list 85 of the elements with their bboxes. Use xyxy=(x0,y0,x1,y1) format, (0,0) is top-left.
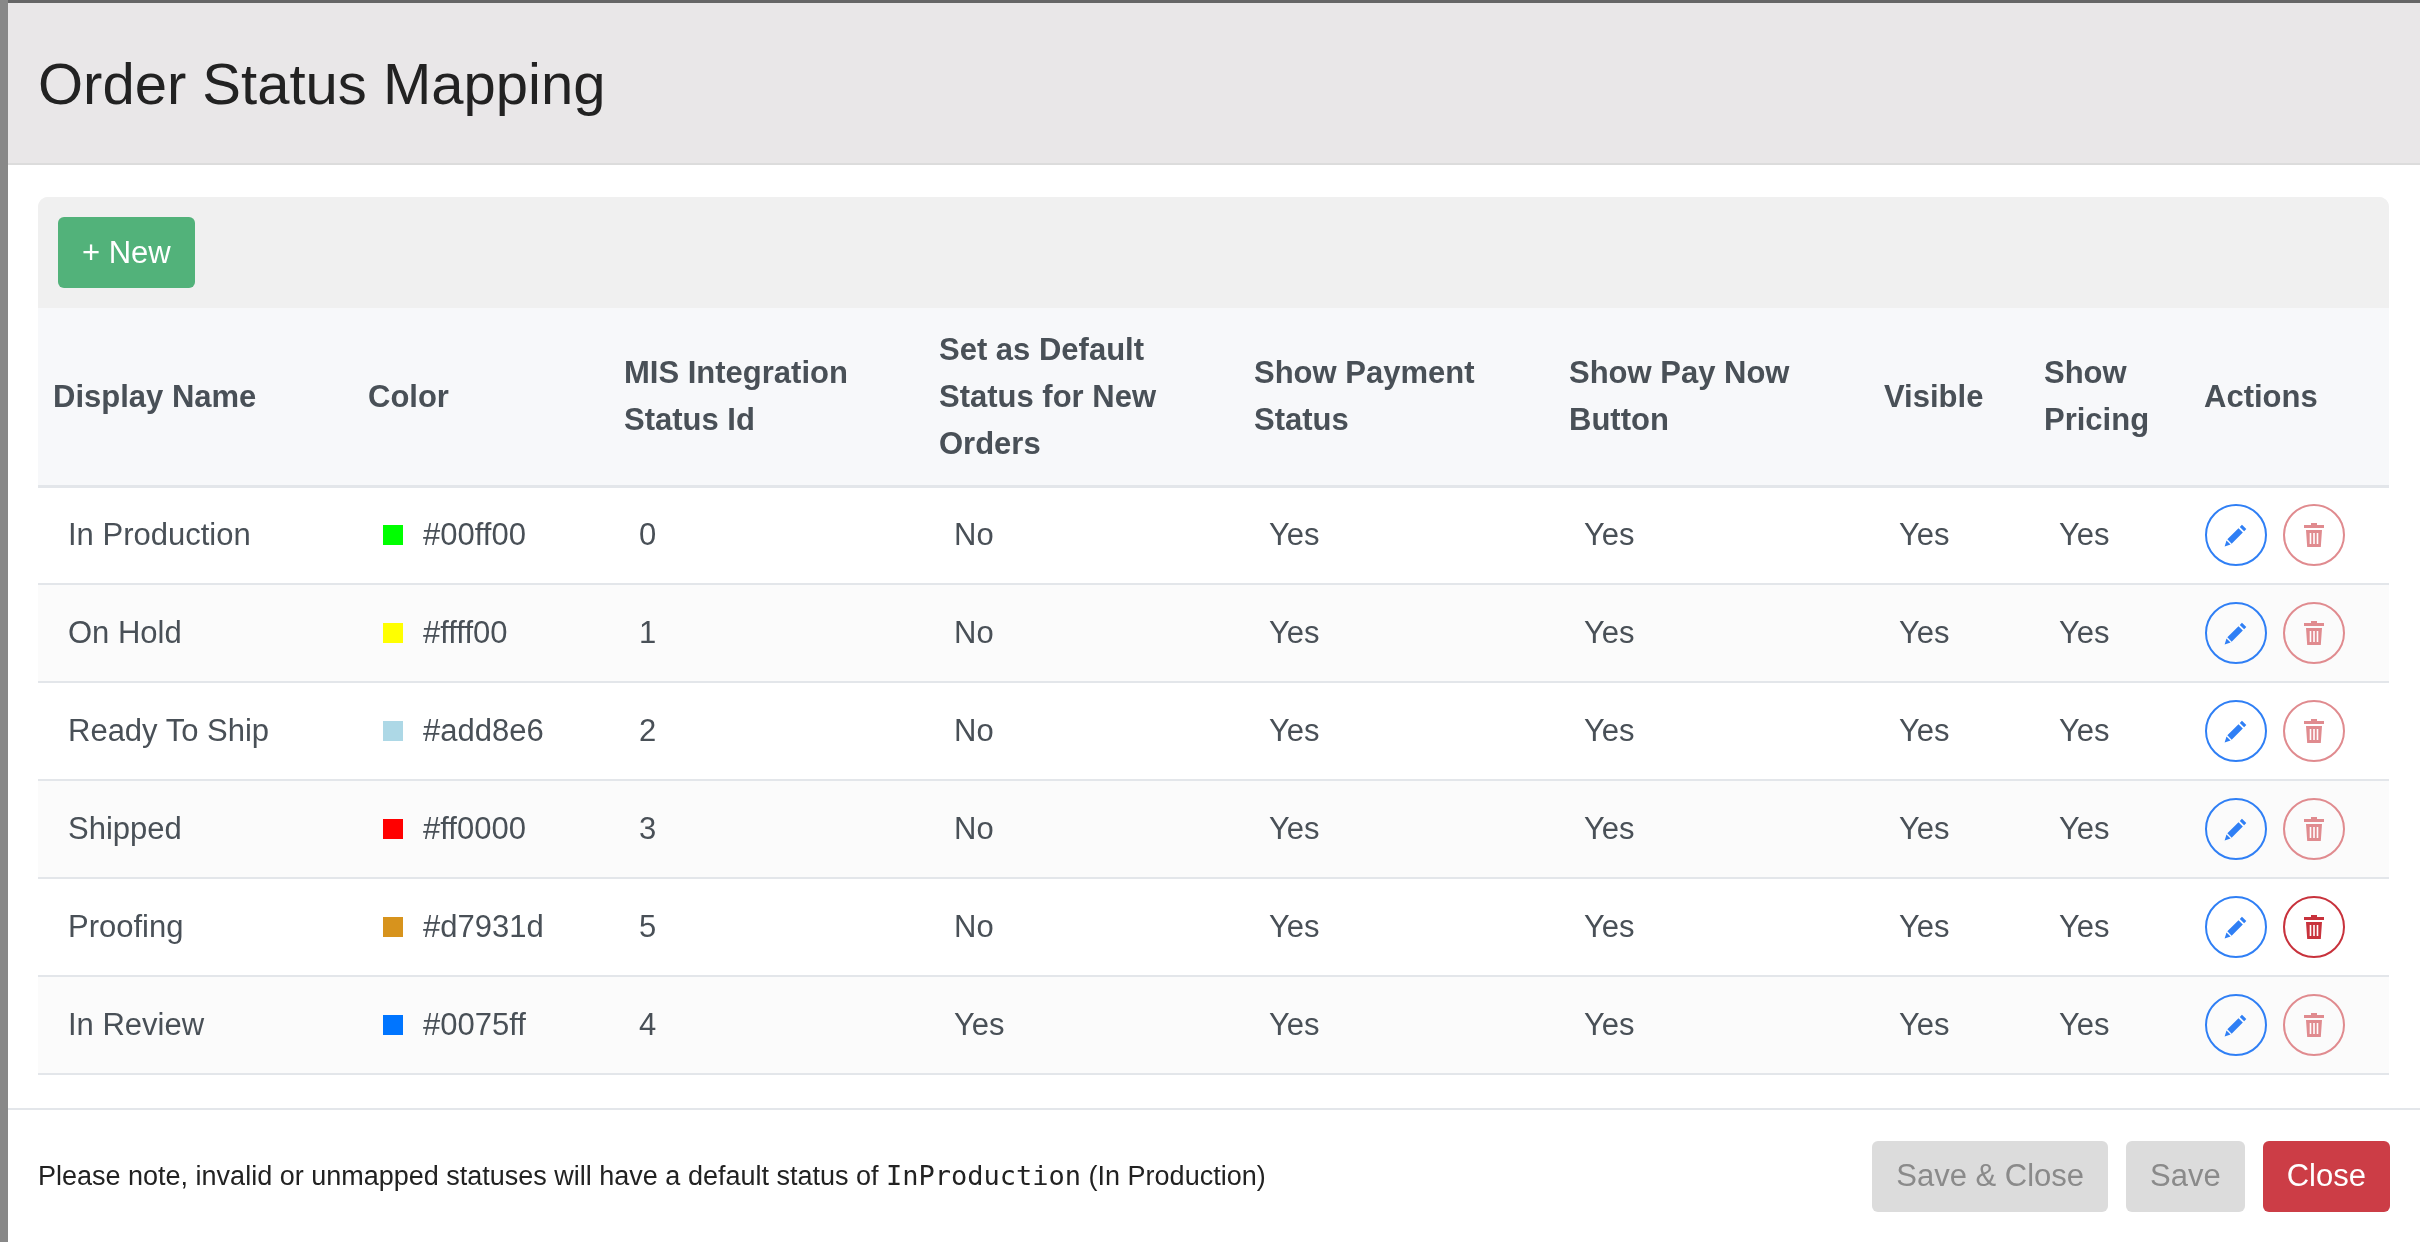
column-header: Show Pay Now Button xyxy=(1569,354,1791,440)
pencil-icon xyxy=(2223,914,2249,940)
delete-button[interactable] xyxy=(2283,798,2345,860)
table-cell: #0075ff xyxy=(423,1007,526,1043)
table-cell: On Hold xyxy=(68,615,182,651)
table-cell: Yes xyxy=(1899,615,1950,651)
table-cell: Yes xyxy=(1269,517,1320,554)
table-cell: Yes xyxy=(1899,517,1950,554)
table-cell: No xyxy=(954,909,994,945)
table-cell: Yes xyxy=(1584,517,1635,554)
footer-note: Please note, invalid or unmapped statuses will have a default status of InProduction (In Production) xyxy=(38,1160,1266,1192)
table-cell: 5 xyxy=(639,909,657,945)
trash-icon xyxy=(2303,620,2325,646)
table-cell: #add8e6 xyxy=(423,713,544,749)
table-cell: Yes xyxy=(1899,811,1950,847)
column-header: Show Pricing xyxy=(2044,354,2151,440)
column-header: Visible xyxy=(1884,377,1984,416)
trash-icon xyxy=(2303,522,2325,549)
table-cell: No xyxy=(954,615,994,651)
table-cell: No xyxy=(954,517,994,554)
pencil-icon xyxy=(2223,816,2249,842)
table-cell: Yes xyxy=(2059,517,2110,554)
table-cell: Yes xyxy=(2059,811,2110,847)
edit-button[interactable] xyxy=(2205,602,2267,664)
table-cell: Yes xyxy=(1899,909,1950,945)
edit-button[interactable] xyxy=(2205,798,2267,860)
pencil-icon xyxy=(2223,522,2249,549)
column-header: MIS Integration Status Id xyxy=(624,354,849,440)
table-cell: In Review xyxy=(68,1007,205,1043)
table-cell: Yes xyxy=(1584,811,1635,847)
trash-icon xyxy=(2303,816,2325,842)
table-cell: 2 xyxy=(639,713,657,749)
new-button[interactable]: + New xyxy=(58,217,195,288)
table-cell: Yes xyxy=(2059,909,2110,945)
table-cell: Yes xyxy=(1899,713,1950,749)
table-cell: Yes xyxy=(1269,615,1320,651)
table-cell: No xyxy=(954,811,994,847)
table-cell: Yes xyxy=(1269,1007,1320,1043)
table-cell: Yes xyxy=(1269,713,1320,749)
trash-icon xyxy=(2303,914,2325,940)
modal-title: Order Status Mapping xyxy=(38,49,606,117)
table-cell: Yes xyxy=(2059,713,2110,749)
table-cell: Yes xyxy=(2059,615,2110,651)
delete-button[interactable] xyxy=(2283,602,2345,664)
column-header: Set as Default Status for New Orders xyxy=(939,330,1158,463)
table-cell: 3 xyxy=(639,811,657,847)
edit-button[interactable] xyxy=(2205,994,2267,1056)
delete-button[interactable] xyxy=(2283,994,2345,1056)
table-cell: Ready To Ship xyxy=(68,713,270,749)
table-cell: 1 xyxy=(639,615,657,651)
table-cell: In Production xyxy=(68,517,251,554)
edit-button[interactable] xyxy=(2205,896,2267,958)
delete-button[interactable] xyxy=(2283,896,2345,958)
table-cell: #ff0000 xyxy=(423,811,526,847)
table-cell: Yes xyxy=(1584,1007,1635,1043)
edit-button[interactable] xyxy=(2205,700,2267,762)
table-cell: #ffff00 xyxy=(423,615,508,651)
trash-icon xyxy=(2303,1012,2325,1038)
trash-icon xyxy=(2303,718,2325,744)
column-header: Color xyxy=(368,377,449,416)
table-cell: Yes xyxy=(2059,1007,2110,1043)
column-header: Actions xyxy=(2204,377,2318,416)
table-cell: Yes xyxy=(1269,909,1320,945)
table-cell: No xyxy=(954,713,994,749)
edit-button[interactable] xyxy=(2205,504,2267,567)
table-cell: Yes xyxy=(1584,615,1635,651)
footer-button[interactable]: Close xyxy=(2262,1140,2390,1212)
delete-button[interactable] xyxy=(2283,504,2345,567)
pencil-icon xyxy=(2223,620,2249,646)
table-cell: 4 xyxy=(639,1007,657,1043)
table-cell: Yes xyxy=(1584,909,1635,945)
column-header: Show Payment Status xyxy=(1254,354,1476,440)
table-cell: #00ff00 xyxy=(423,517,526,554)
table-cell: Proofing xyxy=(68,909,184,945)
delete-button[interactable] xyxy=(2283,700,2345,762)
table-cell: 0 xyxy=(639,517,657,554)
column-header: Display Name xyxy=(53,377,257,416)
table-cell: Yes xyxy=(1269,811,1320,847)
table-cell: Yes xyxy=(1899,1007,1950,1043)
table-cell: Yes xyxy=(954,1007,1005,1043)
table-cell: Yes xyxy=(1584,713,1635,749)
table-cell: Shipped xyxy=(68,811,182,847)
pencil-icon xyxy=(2223,718,2249,744)
table-cell: #d7931d xyxy=(423,909,544,945)
pencil-icon xyxy=(2223,1012,2249,1038)
